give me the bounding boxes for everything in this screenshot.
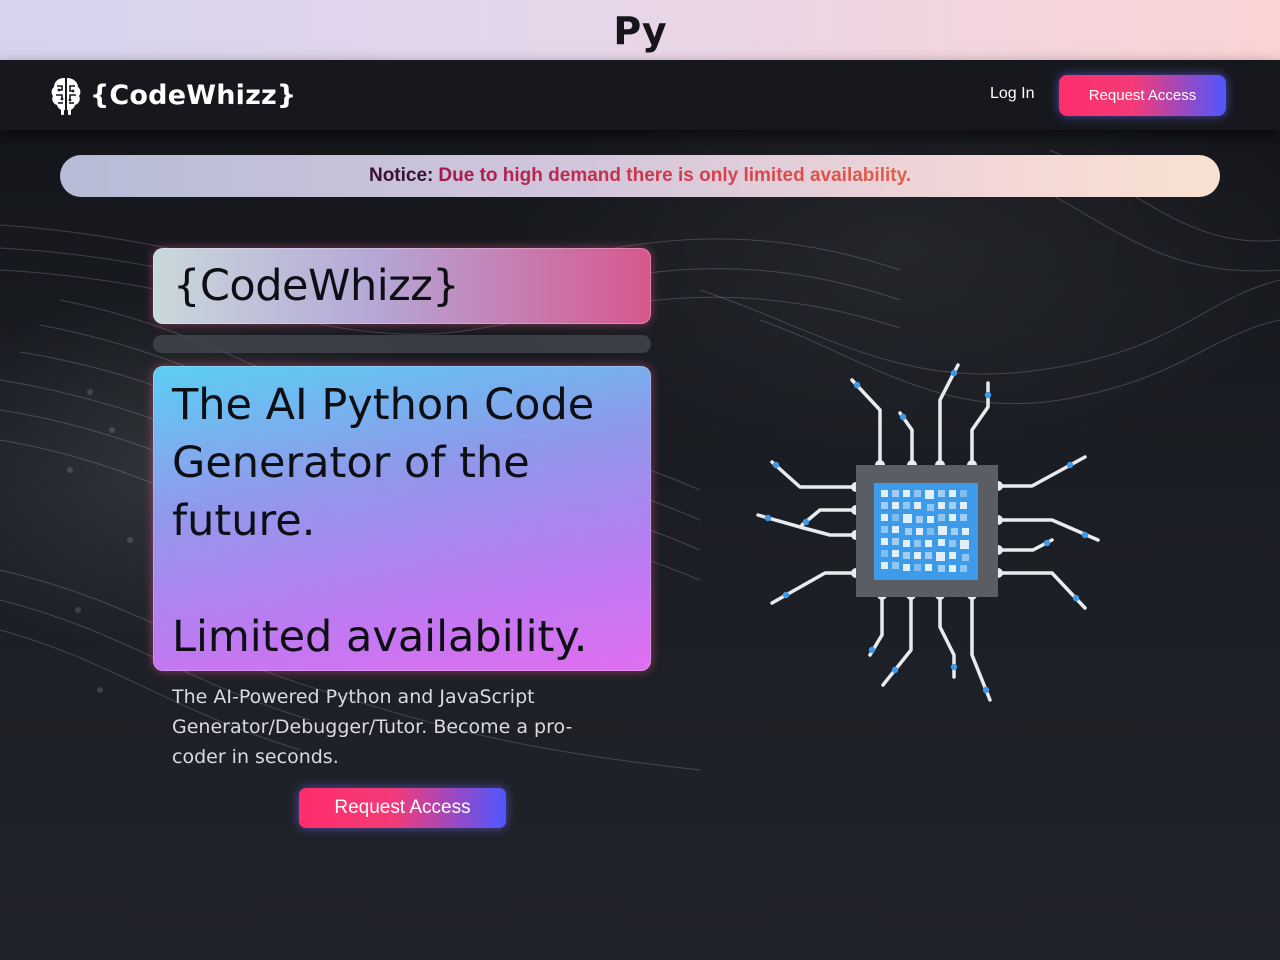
divider-bar	[153, 335, 651, 353]
nav-request-access-button[interactable]: Request Access	[1059, 75, 1226, 116]
notice-text: Due to high demand there is only limited…	[438, 165, 912, 186]
hero-description: The AI-Powered Python and JavaScript Gen…	[172, 686, 573, 768]
navbar: {CodeWhizz} Log In Request Access	[0, 60, 1280, 130]
notice-banner: Notice: Due to high demand there is only…	[60, 155, 1220, 197]
hero-headline-availability: Limited availability.	[172, 612, 588, 662]
brand-link[interactable]: {CodeWhizz}	[50, 74, 296, 116]
login-link[interactable]: Log In	[990, 85, 1034, 103]
brain-circuit-icon	[51, 78, 81, 115]
hero-section: Notice: Due to high demand there is only…	[0, 130, 1280, 960]
notice-label: Notice:	[368, 165, 434, 186]
headline-card: The AI Python Code Generator of the futu…	[153, 366, 651, 671]
top-strip-text: Py	[613, 9, 667, 53]
microchip-icon	[756, 363, 1100, 702]
hero-title: {CodeWhizz}	[173, 261, 460, 311]
top-strip: Py	[0, 0, 1280, 60]
brand-name: {CodeWhizz}	[90, 79, 297, 111]
hero-request-access-button[interactable]: Request Access	[299, 788, 506, 828]
hero-title-card: {CodeWhizz}	[153, 248, 651, 324]
hero-headline: The AI Python Code Generator of the futu…	[172, 380, 595, 546]
